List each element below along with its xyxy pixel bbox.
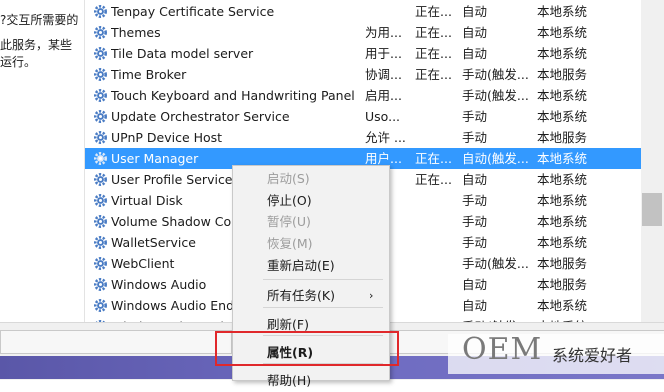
service-startup-type: 自动	[462, 172, 488, 187]
service-status: 正在...	[415, 172, 452, 187]
service-row[interactable]: UPnP Device Host 允许 ... 手动 本地服务	[85, 127, 641, 148]
service-name: Tenpay Certificate Service	[111, 4, 275, 19]
gear-icon	[93, 109, 108, 124]
service-logon-as: 本地服务	[537, 277, 588, 292]
service-startup-type: 手动(触发...	[462, 88, 529, 103]
service-startup-type: 自动	[462, 298, 488, 313]
service-row[interactable]: Themes 为用... 正在... 自动 本地系统	[85, 22, 641, 43]
menu-item-label: 重新启动(E)	[267, 258, 335, 273]
menu-item-label: 暂停(U)	[267, 214, 311, 229]
service-logon-as: 本地系统	[537, 46, 588, 61]
service-startup-type: 手动	[462, 193, 488, 208]
gear-icon	[93, 256, 108, 271]
gear-icon	[93, 88, 108, 103]
gear-icon	[93, 298, 108, 313]
service-status: 正在...	[415, 151, 452, 166]
menu-item-help[interactable]: 帮助(H)	[233, 370, 389, 392]
menu-item-start[interactable]: 启动(S)	[233, 168, 389, 190]
service-logon-as: 本地系统	[537, 298, 588, 313]
service-startup-type: 手动	[462, 130, 488, 145]
service-name: Update Orchestrator Service	[111, 109, 290, 124]
service-description: 为用...	[365, 25, 402, 40]
service-description: 协调...	[365, 67, 402, 82]
service-name: Time Broker	[111, 67, 187, 82]
description-line-3: 运行。	[0, 55, 37, 69]
service-row[interactable]: Tenpay Certificate Service 正在... 自动 本地系统	[85, 1, 641, 22]
service-status: 正在...	[415, 4, 452, 19]
watermark-brand: OEM	[462, 332, 543, 367]
service-status: 正在...	[415, 67, 452, 82]
gear-icon	[93, 193, 108, 208]
service-status: 正在...	[415, 46, 452, 61]
service-description: 用于...	[365, 46, 402, 61]
service-row[interactable]: Touch Keyboard and Handwriting Panel ...…	[85, 85, 641, 106]
service-name: Tile Data model server	[111, 46, 254, 61]
service-logon-as: 本地系统	[537, 214, 588, 229]
service-description-panel: ?交互所需要的 此服务，某些 运行。	[0, 0, 84, 322]
menu-item-label: 恢复(M)	[267, 236, 313, 251]
service-startup-type: 自动	[462, 25, 488, 40]
service-name: Themes	[111, 25, 161, 40]
menu-item-pause[interactable]: 暂停(U)	[233, 211, 389, 233]
service-startup-type: 自动	[462, 277, 488, 292]
menu-item-label: 启动(S)	[267, 171, 310, 186]
service-status: 正在...	[415, 25, 452, 40]
service-startup-type: 手动	[462, 214, 488, 229]
gear-icon	[93, 277, 108, 292]
menu-item-all-tasks[interactable]: 所有任务(K) ›	[233, 285, 389, 307]
menu-item-restart[interactable]: 重新启动(E)	[233, 255, 389, 277]
service-row[interactable]: Time Broker 协调... 正在... 手动(触发... 本地服务	[85, 64, 641, 85]
service-logon-as: 本地服务	[537, 67, 588, 82]
watermark-text: 系统爱好者	[552, 346, 633, 365]
service-startup-type: 手动(触发...	[462, 256, 529, 271]
description-line-1: ?交互所需要的	[0, 13, 79, 27]
service-logon-as: 本地服务	[537, 130, 588, 145]
menu-item-stop[interactable]: 停止(O)	[233, 190, 389, 212]
watermark: OEM 系统爱好者	[448, 332, 664, 374]
service-logon-as: 本地系统	[537, 151, 588, 166]
service-startup-type: 自动(触发...	[462, 151, 529, 166]
gear-icon	[93, 235, 108, 250]
scrollbar-thumb[interactable]	[642, 193, 662, 226]
service-startup-type: 手动	[462, 235, 488, 250]
service-logon-as: 本地系统	[537, 88, 588, 103]
gear-icon	[93, 151, 108, 166]
service-description: Uso...	[365, 109, 401, 124]
service-logon-as: 本地系统	[537, 235, 588, 250]
chevron-right-icon: ›	[369, 289, 374, 302]
service-startup-type: 手动(触发...	[462, 67, 529, 82]
gear-icon	[93, 130, 108, 145]
service-description: 允许 ...	[365, 130, 405, 145]
gear-icon	[93, 67, 108, 82]
service-logon-as: 本地系统	[537, 25, 588, 40]
gear-icon	[93, 172, 108, 187]
service-name: Touch Keyboard and Handwriting Panel ...	[111, 88, 357, 103]
gear-icon	[93, 46, 108, 61]
service-logon-as: 本地系统	[537, 109, 588, 124]
service-logon-as: 本地系统	[537, 4, 588, 19]
service-row[interactable]: Tile Data model server 用于... 正在... 自动 本地系统	[85, 43, 641, 64]
service-logon-as: 本地系统	[537, 193, 588, 208]
gear-icon	[93, 25, 108, 40]
service-description: 启用...	[365, 88, 402, 103]
service-startup-type: 手动	[462, 109, 488, 124]
service-logon-as: 本地服务	[537, 256, 588, 271]
gear-icon	[93, 4, 108, 19]
description-line-2: 此服务，某些	[0, 38, 73, 52]
menu-separator	[263, 279, 383, 280]
gear-icon	[93, 214, 108, 229]
menu-separator	[263, 307, 383, 308]
service-logon-as: 本地系统	[537, 172, 588, 187]
service-startup-type: 自动	[462, 46, 488, 61]
menu-item-label: 所有任务(K)	[267, 288, 335, 303]
menu-item-label: 停止(O)	[267, 193, 312, 208]
menu-item-label: 帮助(H)	[267, 373, 312, 388]
service-name: UPnP Device Host	[111, 130, 223, 145]
view-tabs-strip[interactable]	[0, 330, 232, 354]
properties-highlight-box	[215, 331, 399, 366]
menu-item-resume[interactable]: 恢复(M)	[233, 233, 389, 255]
service-row[interactable]: Update Orchestrator Service Uso... 手动 本地系统	[85, 106, 641, 127]
vertical-scrollbar[interactable]	[641, 0, 664, 322]
service-startup-type: 自动	[462, 4, 488, 19]
